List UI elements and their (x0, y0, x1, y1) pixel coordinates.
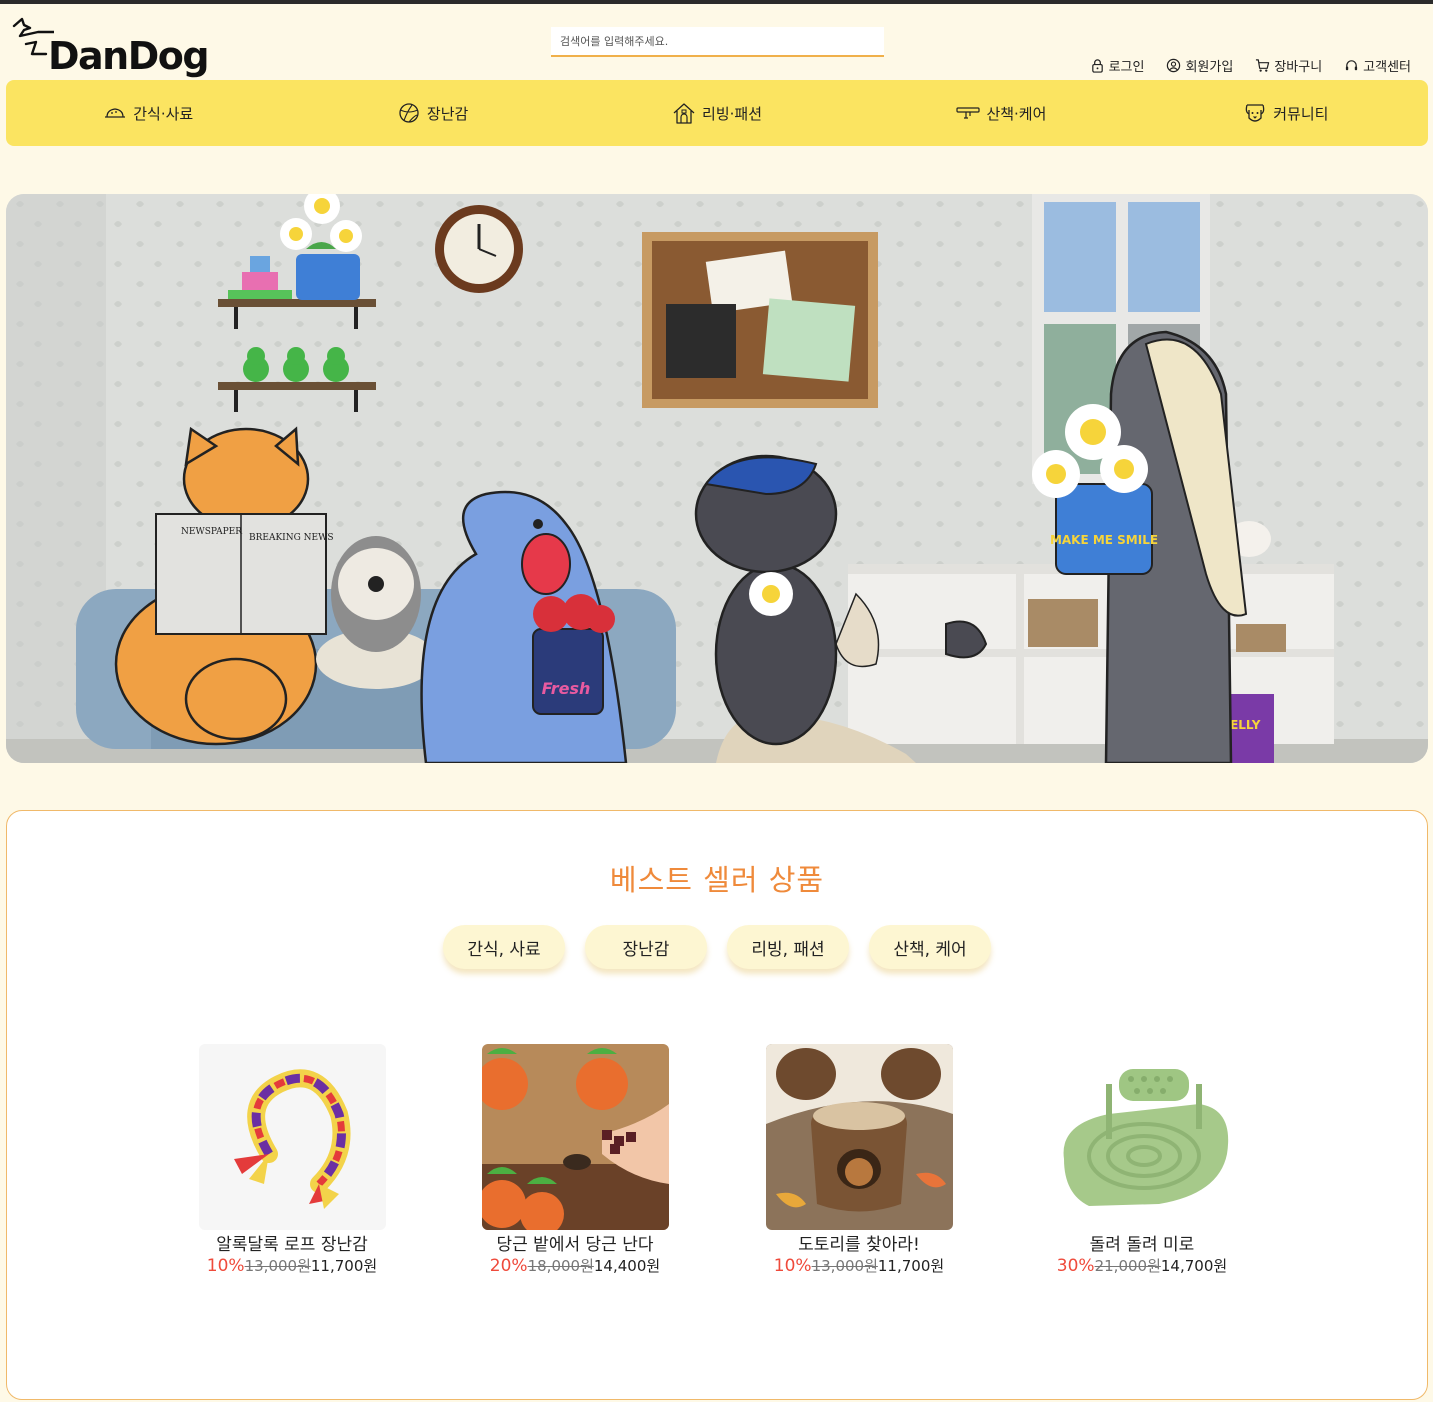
customer-center-label: 고객센터 (1363, 60, 1411, 75)
acorn-toy-image (765, 1044, 953, 1230)
cart-icon (1256, 59, 1270, 72)
category-button-walk[interactable]: 산책, 케어 (869, 925, 991, 969)
nav-item-walk[interactable]: 산책·케어 (859, 80, 1143, 146)
cork-board (642, 232, 878, 408)
top-border-line (0, 0, 1433, 4)
product-price: 10%13,000원11,700원 (147, 1256, 437, 1276)
ball-icon (399, 103, 419, 123)
product-name: 돌려 돌려 미로 (1089, 1235, 1195, 1255)
original-price: 13,000원 (811, 1257, 878, 1275)
nav-label: 간식·사료 (133, 104, 194, 123)
product-card[interactable]: 돌려 돌려 미로 30%21,000원14,700원 (997, 1044, 1287, 1276)
sale-price: 14,400원 (593, 1257, 661, 1275)
discount-rate: 20% (489, 1256, 528, 1276)
product-card[interactable]: 알록달록 로프 장난감 10%13,000원11,700원 (147, 1044, 437, 1276)
product-image[interactable] (765, 1044, 953, 1230)
original-price: 13,000원 (244, 1257, 311, 1275)
wall-clock (435, 205, 523, 293)
customer-center-link[interactable]: 고객센터 (1344, 56, 1411, 75)
fresh-bucket-text: Fresh (542, 679, 591, 698)
logo-text: DanDog (48, 34, 210, 78)
best-seller-section: 베스트 셀러 상품 간식, 사료 장난감 리빙, 패션 산책, 케어 알록달록 … (6, 810, 1428, 1400)
product-price: 30%21,000원14,700원 (997, 1256, 1287, 1276)
leash-icon (956, 107, 981, 119)
sale-price: 11,700원 (877, 1257, 945, 1275)
nav-item-food[interactable]: 간식·사료 (6, 80, 290, 146)
login-link[interactable]: 로그인 (1090, 56, 1145, 75)
newspaper-left-text: NEWSPAPER (181, 527, 242, 537)
cart-label: 장바구니 (1274, 60, 1323, 75)
sale-price: 14,700원 (1160, 1257, 1228, 1275)
lock-icon (1091, 59, 1103, 73)
nav-item-living[interactable]: 리빙·패션 (575, 80, 859, 146)
nav-item-toys[interactable]: 장난감 (290, 80, 574, 146)
product-card[interactable]: 도토리를 찾아라! 10%13,000원11,700원 (714, 1044, 1004, 1276)
product-image[interactable] (198, 1044, 386, 1230)
headset-icon (1346, 60, 1358, 71)
banner-illustration: JELLY NEWSPAPER BREAKING NEWS Fresh MAKE… (6, 194, 1428, 763)
product-name: 알록달록 로프 장난감 (216, 1235, 368, 1255)
nav-label: 리빙·패션 (702, 104, 762, 123)
product-image[interactable] (1048, 1044, 1236, 1230)
category-filter: 간식, 사료 장난감 리빙, 패션 산책, 케어 (7, 925, 1427, 969)
signup-link[interactable]: 회원가입 (1166, 56, 1233, 75)
original-price: 18,000원 (527, 1257, 594, 1275)
make-me-smile-text: MAKE ME SMILE (1050, 533, 1158, 547)
dog-face-icon (1245, 104, 1265, 122)
nav-label: 커뮤니티 (1273, 104, 1329, 123)
section-title: 베스트 셀러 상품 (609, 863, 825, 897)
product-price: 10%13,000원11,700원 (714, 1256, 1004, 1276)
product-card[interactable]: 당근 밭에서 당근 난다 20%18,000원14,400원 (430, 1044, 720, 1276)
nav-item-community[interactable]: 커뮤니티 (1144, 80, 1428, 146)
food-bowl-icon (105, 108, 126, 118)
dog-house-icon (673, 103, 695, 124)
discount-rate: 10% (206, 1256, 245, 1276)
product-name: 도토리를 찾아라! (798, 1235, 920, 1255)
carrot-field-toy-image (481, 1044, 669, 1230)
login-label: 로그인 (1108, 60, 1145, 75)
newspaper-right-text: BREAKING NEWS (249, 533, 334, 543)
product-image[interactable] (481, 1044, 669, 1230)
nav-label: 산책·케어 (986, 104, 1047, 123)
maze-lick-mat-image (1048, 1044, 1236, 1230)
nav-label: 장난감 (426, 104, 469, 123)
utility-links: 로그인 회원가입 장바구니 고객센터 (1090, 56, 1411, 75)
category-button-food[interactable]: 간식, 사료 (443, 925, 565, 969)
sale-price: 11,700원 (310, 1257, 378, 1275)
main-nav: 간식·사료 장난감 리빙·패션 산책·케어 커뮤니티 (6, 80, 1428, 146)
original-price: 21,000원 (1094, 1257, 1161, 1275)
rope-toy-image (198, 1044, 386, 1230)
discount-rate: 10% (773, 1256, 812, 1276)
search-input[interactable] (551, 27, 884, 57)
category-button-toys[interactable]: 장난감 (585, 925, 707, 969)
category-button-living[interactable]: 리빙, 패션 (727, 925, 849, 969)
signup-label: 회원가입 (1185, 60, 1234, 75)
product-name: 당근 밭에서 당근 난다 (496, 1235, 654, 1255)
cart-link[interactable]: 장바구니 (1255, 56, 1322, 75)
discount-rate: 30% (1056, 1256, 1095, 1276)
hero-banner[interactable]: JELLY NEWSPAPER BREAKING NEWS Fresh MAKE… (6, 194, 1428, 763)
user-circle-icon (1167, 58, 1181, 73)
product-price: 20%18,000원14,400원 (430, 1256, 720, 1276)
